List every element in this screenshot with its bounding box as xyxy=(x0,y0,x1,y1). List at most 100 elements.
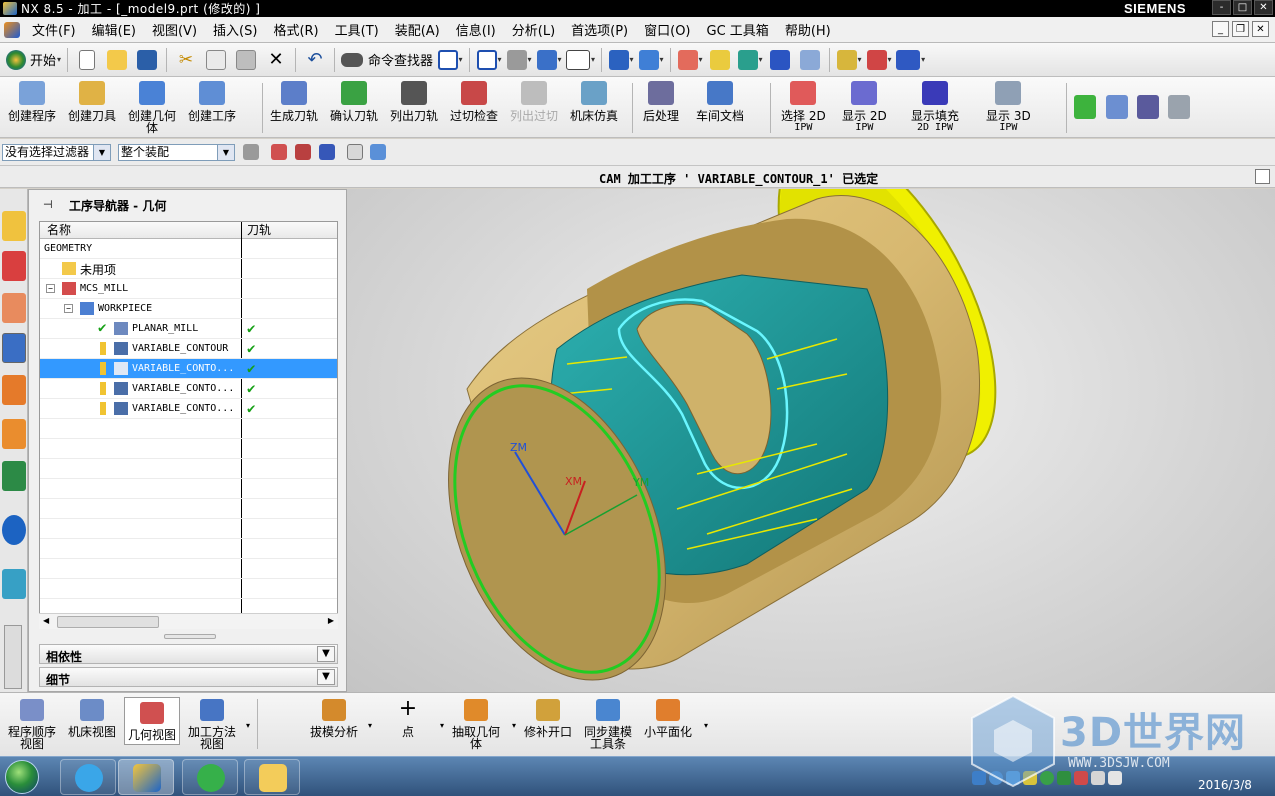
render-style-button[interactable]: ▾ xyxy=(536,47,562,73)
select-2d-ipw-button[interactable]: 选择 2D IPW xyxy=(781,81,826,133)
copy-button[interactable] xyxy=(203,47,229,73)
scroll-left-icon[interactable]: ◀ xyxy=(43,616,49,625)
patch-openings-button[interactable]: 修补开口 xyxy=(524,699,572,738)
start-orb-icon[interactable] xyxy=(5,760,39,794)
menu-view[interactable]: 视图(V) xyxy=(144,20,205,39)
reuse-library-tab[interactable] xyxy=(2,419,26,449)
menu-preferences[interactable]: 首选项(P) xyxy=(563,20,636,39)
horizontal-scrollbar[interactable]: ◀ ▶ xyxy=(39,613,338,629)
program-order-view-button[interactable]: 程序顺序 视图 xyxy=(8,699,56,750)
scroll-thumb[interactable] xyxy=(57,616,159,628)
verify-toolpath-button[interactable]: 确认刀轨 xyxy=(330,81,378,122)
tray-flag-icon[interactable] xyxy=(1074,771,1088,785)
view-orient-button[interactable]: ▾ xyxy=(506,47,532,73)
fullscreen-icon[interactable] xyxy=(1255,169,1270,184)
generate-toolpath-button[interactable]: 生成刀轨 xyxy=(270,81,318,122)
ribbon-tool-1-button[interactable] xyxy=(1074,95,1096,119)
machining-method-view-button[interactable]: 加工方法 视图 xyxy=(188,699,236,750)
column-toolpath[interactable]: 刀轨 xyxy=(241,222,271,238)
column-name[interactable]: 名称 xyxy=(40,222,241,238)
tree-row-operation[interactable]: VARIABLE_CONTO... ✔ xyxy=(40,379,337,399)
zoom-fit-button[interactable]: ▾ xyxy=(476,47,502,73)
minimize-button[interactable]: - xyxy=(1212,0,1231,15)
pin-icon[interactable]: ⊣ xyxy=(43,198,53,211)
operation-navigator-tab[interactable] xyxy=(2,333,26,363)
collapse-icon[interactable]: − xyxy=(46,284,55,293)
chevron-down-icon[interactable]: ▼ xyxy=(317,646,335,662)
filter-button[interactable] xyxy=(767,47,793,73)
menu-help[interactable]: 帮助(H) xyxy=(777,20,839,39)
chevron-down-icon[interactable]: ▾ xyxy=(512,721,516,730)
tree-row-geometry[interactable]: GEOMETRY xyxy=(40,239,337,259)
ribbon-tool-3-button[interactable] xyxy=(1137,95,1159,119)
collapse-icon[interactable]: − xyxy=(64,304,73,313)
roles-tab[interactable] xyxy=(2,461,26,491)
doc-restore-button[interactable]: ❐ xyxy=(1232,21,1249,37)
wcs-button[interactable]: ▾ xyxy=(608,47,634,73)
machine-tool-view-button[interactable]: 机床视图 xyxy=(68,699,116,738)
selection-button[interactable] xyxy=(707,47,733,73)
part-navigator-tab[interactable] xyxy=(2,293,26,323)
type-filter-select[interactable]: 没有选择过滤器 ▼ xyxy=(2,144,111,161)
facet-button[interactable]: 小平面化 xyxy=(644,699,692,738)
point-button[interactable]: + 点 xyxy=(396,698,420,739)
cut-button[interactable]: ✂ xyxy=(173,47,199,73)
snap-midpoint-icon[interactable] xyxy=(295,144,311,160)
delete-button[interactable]: ✕ xyxy=(263,47,289,73)
taskbar-app-explorer[interactable] xyxy=(244,759,300,795)
pointer-button[interactable] xyxy=(797,47,823,73)
tray-volume-icon[interactable] xyxy=(1108,771,1122,785)
menu-assemblies[interactable]: 装配(A) xyxy=(387,20,448,39)
tray-shield-icon[interactable] xyxy=(1023,771,1037,785)
tree-row-operation[interactable]: VARIABLE_CONTO... ✔ xyxy=(40,399,337,419)
tree-row-unused[interactable]: 未用项 xyxy=(40,259,337,279)
start-button[interactable]: 开始 ▾ xyxy=(6,47,61,73)
list-gouges-button[interactable]: 列出过切 xyxy=(510,81,558,122)
tree-row-mcs-mill[interactable]: − MCS_MILL xyxy=(40,279,337,299)
display-fill-2d-ipw-button[interactable]: 显示填充 2D IPW xyxy=(911,81,959,133)
geometry-view-button[interactable]: 几何视图 xyxy=(124,697,181,745)
solid-body-icon[interactable] xyxy=(370,144,386,160)
chevron-down-icon[interactable]: ▾ xyxy=(246,721,250,730)
undo-button[interactable]: ↶ xyxy=(302,47,328,73)
maximize-button[interactable]: □ xyxy=(1233,0,1252,15)
menu-tools[interactable]: 工具(T) xyxy=(327,20,387,39)
gouge-check-button[interactable]: 过切检查 xyxy=(450,81,498,122)
extract-geometry-button[interactable]: 抽取几何体 xyxy=(452,699,500,750)
menu-edit[interactable]: 编辑(E) xyxy=(84,20,144,39)
history-tab[interactable] xyxy=(2,515,26,545)
fit-view-button[interactable]: ▾ xyxy=(437,47,463,73)
snap-control-icon[interactable] xyxy=(319,144,335,160)
doc-minimize-button[interactable]: _ xyxy=(1212,21,1229,37)
paste-button[interactable] xyxy=(233,47,259,73)
display-2d-ipw-button[interactable]: 显示 2D IPW xyxy=(842,81,887,133)
web-browser-tab[interactable] xyxy=(2,569,26,599)
menu-window[interactable]: 窗口(O) xyxy=(636,20,698,39)
tree-row-operation[interactable]: VARIABLE_CONTOUR ✔ xyxy=(40,339,337,359)
machine-tool-navigator-tab[interactable] xyxy=(2,375,26,405)
constraint-navigator-tab[interactable] xyxy=(2,251,26,281)
command-finder-button[interactable]: 命令查找器 xyxy=(341,47,433,73)
assembly-navigator-tab[interactable] xyxy=(2,211,26,241)
save-button[interactable] xyxy=(134,47,160,73)
shop-doc-button[interactable]: 车间文档 xyxy=(696,81,744,122)
menu-information[interactable]: 信息(I) xyxy=(448,20,504,39)
postprocess-button[interactable]: 后处理 xyxy=(643,81,679,122)
part-model[interactable]: ZM XM YM xyxy=(347,189,1275,692)
analysis-button[interactable]: ▾ xyxy=(866,47,892,73)
chevron-down-icon[interactable]: ▾ xyxy=(440,721,444,730)
clock-date[interactable]: 2016/3/8 xyxy=(1198,778,1252,792)
panel-splitter[interactable] xyxy=(164,634,216,639)
snap-endpoint-icon[interactable] xyxy=(271,144,287,160)
chevron-down-icon[interactable]: ▾ xyxy=(368,721,372,730)
tree-row-operation-selected[interactable]: VARIABLE_CONTO... ✔ xyxy=(40,359,337,379)
create-geometry-button[interactable]: 创建几何体 xyxy=(128,81,176,134)
taskbar-app-browser[interactable] xyxy=(182,759,238,795)
selection-settings-icon[interactable] xyxy=(243,144,259,160)
resource-bar-scroll[interactable] xyxy=(4,625,22,689)
synchronous-modeling-button[interactable]: 同步建模 工具条 xyxy=(584,699,632,750)
ribbon-tool-4-button[interactable] xyxy=(1168,95,1190,119)
tray-security-icon[interactable] xyxy=(1057,771,1071,785)
distance-button[interactable]: ▾ xyxy=(896,47,925,73)
menu-file[interactable]: 文件(F) xyxy=(24,20,84,39)
